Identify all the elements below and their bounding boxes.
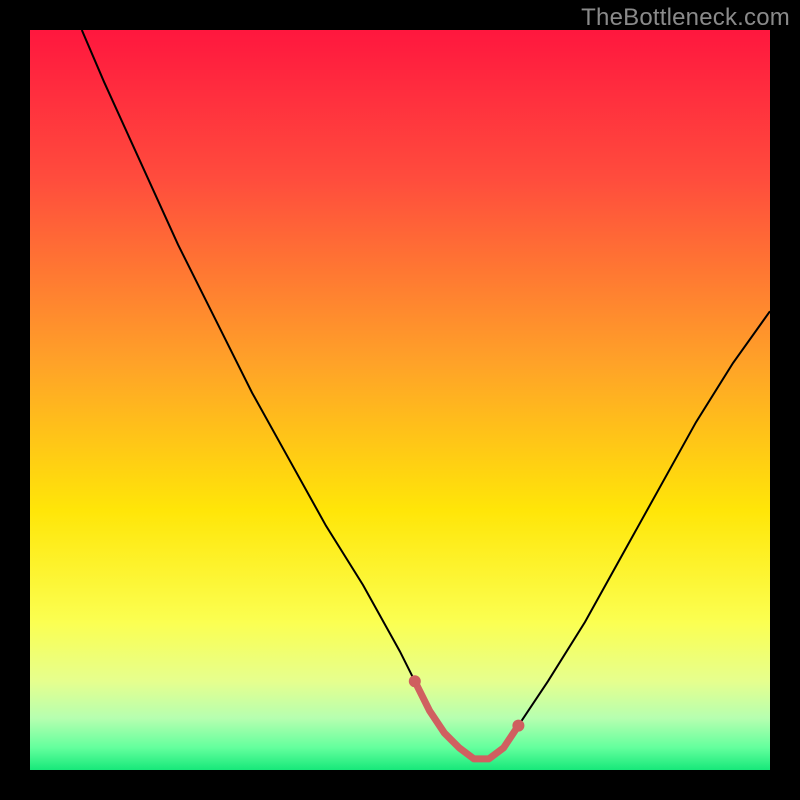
gradient-background — [30, 30, 770, 770]
sweet-spot-dot-left — [409, 675, 421, 687]
chart-svg — [30, 30, 770, 770]
watermark-label: TheBottleneck.com — [581, 4, 790, 32]
chart-frame: TheBottleneck.com — [0, 0, 800, 800]
sweet-spot-dot-right — [512, 720, 524, 732]
chart-plot-area — [30, 30, 770, 770]
